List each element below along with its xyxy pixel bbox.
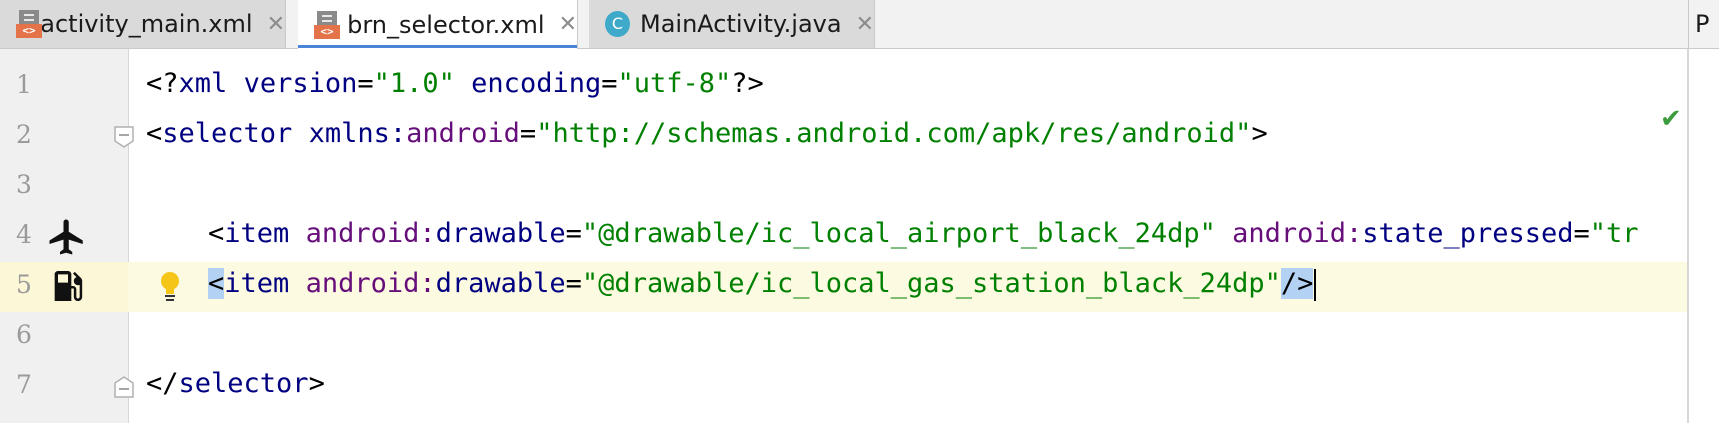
code-line: 7 </selector> — [0, 362, 1687, 412]
line-number: 6 — [16, 320, 32, 349]
tab-brn-selector-xml[interactable]: <> brn_selector.xml ✕ — [298, 0, 578, 49]
code-line: 3 — [0, 162, 1687, 212]
line-number: 4 — [16, 220, 32, 249]
lightbulb-icon[interactable] — [158, 270, 182, 308]
tab-mainactivity-java[interactable]: C MainActivity.java ✕ — [589, 0, 875, 48]
code-text[interactable]: <?xml version="1.0" encoding="utf-8"?> — [146, 68, 764, 99]
airplane-icon[interactable] — [46, 216, 88, 262]
tab-label: activity_main.xml — [40, 10, 253, 38]
tab-label: MainActivity.java — [640, 10, 842, 38]
tab-activity-main-xml[interactable]: <> activity_main.xml ✕ — [0, 0, 286, 48]
code-text[interactable]: <selector xmlns:android="http://schemas.… — [146, 118, 1268, 149]
code-line: 6 — [0, 312, 1687, 362]
editor-tab-bar: <> activity_main.xml ✕ <> brn_selector.x… — [0, 0, 1719, 49]
line-number: 3 — [16, 170, 32, 199]
matched-bracket: /> — [1280, 268, 1314, 299]
code-editor[interactable]: ✔ 1 <?xml version="1.0" encoding="utf-8"… — [0, 49, 1719, 423]
gas-station-icon[interactable] — [48, 266, 88, 310]
right-tool-tab[interactable]: P — [1688, 0, 1719, 48]
code-line: 1 <?xml version="1.0" encoding="utf-8"?> — [0, 62, 1687, 112]
java-class-icon: C — [605, 11, 631, 37]
close-icon[interactable]: ✕ — [856, 12, 874, 37]
code-line: 2 <selector xmlns:android="http://schema… — [0, 112, 1687, 162]
close-icon[interactable]: ✕ — [559, 12, 577, 37]
code-text[interactable]: <item android:drawable="@drawable/ic_loc… — [208, 218, 1639, 249]
line-number: 1 — [16, 70, 32, 99]
text-caret — [1314, 268, 1317, 301]
line-number: 2 — [16, 120, 32, 149]
fold-icon[interactable] — [114, 126, 134, 148]
xml-file-icon: <> — [314, 10, 340, 39]
close-icon[interactable]: ✕ — [267, 12, 285, 37]
error-stripe — [1689, 49, 1719, 423]
code-text[interactable]: </selector> — [146, 368, 325, 399]
code-line: 4 <item android:drawable="@drawable/ic_l… — [0, 212, 1687, 262]
line-number: 5 — [16, 270, 32, 299]
code-line-current: 5 <item android:drawable="@drawable/ic_l… — [0, 262, 1687, 312]
xml-file-icon: <> — [16, 10, 42, 38]
tab-label: brn_selector.xml — [347, 10, 545, 39]
fold-icon[interactable] — [114, 376, 134, 398]
matched-bracket: < — [208, 268, 225, 299]
line-number: 7 — [16, 370, 32, 399]
code-text[interactable]: <item android:drawable="@drawable/ic_loc… — [208, 268, 1317, 301]
